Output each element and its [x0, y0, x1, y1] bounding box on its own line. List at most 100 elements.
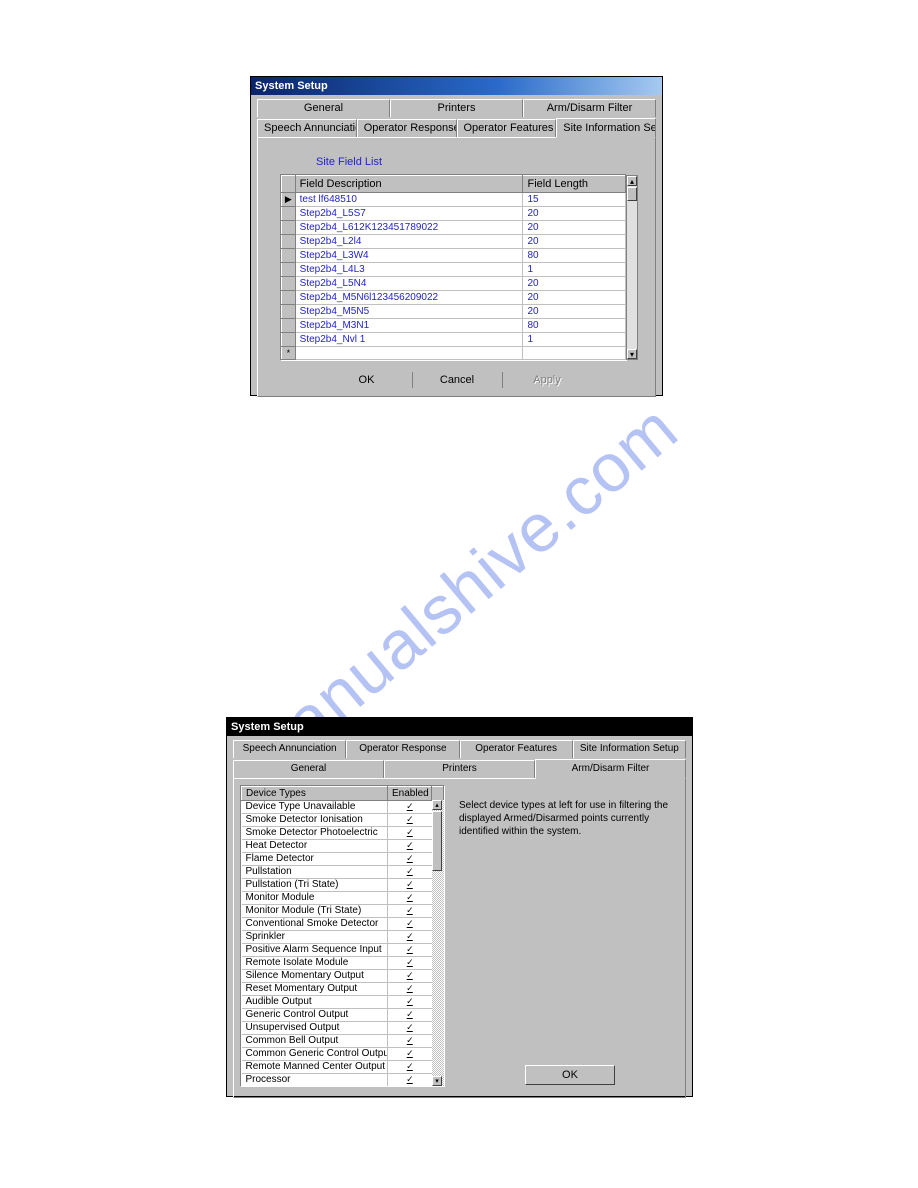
- tab-general[interactable]: General: [257, 99, 390, 117]
- field-length-cell[interactable]: [523, 347, 626, 360]
- device-type-cell[interactable]: Reset Momentary Output: [242, 983, 388, 996]
- device-type-cell[interactable]: Monitor Module: [242, 892, 388, 905]
- cancel-button[interactable]: Cancel: [412, 372, 502, 388]
- enabled-checkbox[interactable]: ✓: [388, 931, 432, 944]
- device-type-cell[interactable]: Sprinkler: [242, 931, 388, 944]
- device-type-cell[interactable]: Silence Momentary Output: [242, 970, 388, 983]
- table-row[interactable]: Step2b4_M3N180: [282, 319, 626, 333]
- field-description-cell[interactable]: Step2b4_L5S7: [295, 207, 523, 221]
- list-item[interactable]: Monitor Module (Tri State)✓: [242, 905, 444, 918]
- table-row[interactable]: ▶test lf64851015: [282, 193, 626, 207]
- device-type-cell[interactable]: Common Generic Control Output: [242, 1048, 388, 1061]
- enabled-checkbox[interactable]: ✓: [388, 1035, 432, 1048]
- device-type-cell[interactable]: Flame Detector: [242, 853, 388, 866]
- tab-arm-disarm-filter[interactable]: Arm/Disarm Filter: [523, 99, 656, 117]
- field-length-cell[interactable]: 20: [523, 305, 626, 319]
- device-type-cell[interactable]: Pullstation (Tri State): [242, 879, 388, 892]
- field-description-cell[interactable]: Step2b4_L612K123451789022: [295, 221, 523, 235]
- list-item[interactable]: Remote Isolate Module✓: [242, 957, 444, 970]
- titlebar[interactable]: System Setup: [251, 77, 662, 95]
- field-description-cell[interactable]: Step2b4_M5N5: [295, 305, 523, 319]
- tab-operator-features[interactable]: Operator Features: [457, 119, 557, 137]
- enabled-checkbox[interactable]: ✓: [388, 1061, 432, 1074]
- list-item[interactable]: Generic Control Output✓: [242, 1009, 444, 1022]
- table-row[interactable]: *: [282, 347, 626, 360]
- field-grid[interactable]: Field Description Field Length ▶test lf6…: [280, 174, 627, 361]
- field-description-cell[interactable]: Step2b4_Nvl 1: [295, 333, 523, 347]
- scroll-down-icon[interactable]: ▾: [432, 1076, 442, 1086]
- device-type-cell[interactable]: Conventional Smoke Detector: [242, 918, 388, 931]
- field-length-cell[interactable]: 20: [523, 235, 626, 249]
- list-item[interactable]: Unsupervised Output✓: [242, 1022, 444, 1035]
- field-length-cell[interactable]: 1: [523, 263, 626, 277]
- list-item[interactable]: Common Generic Control Output✓: [242, 1048, 444, 1061]
- enabled-checkbox[interactable]: ✓: [388, 1022, 432, 1035]
- field-length-cell[interactable]: 20: [523, 277, 626, 291]
- table-row[interactable]: Step2b4_M5N520: [282, 305, 626, 319]
- list-item[interactable]: Sprinkler✓: [242, 931, 444, 944]
- table-row[interactable]: Step2b4_L4L31: [282, 263, 626, 277]
- enabled-checkbox[interactable]: ✓: [388, 814, 432, 827]
- apply-button[interactable]: Apply: [502, 372, 592, 388]
- ok-button[interactable]: OK: [525, 1065, 615, 1085]
- list-item[interactable]: Pullstation✓: [242, 866, 444, 879]
- field-length-cell[interactable]: 80: [523, 319, 626, 333]
- field-description-cell[interactable]: Step2b4_M3N1: [295, 319, 523, 333]
- device-type-cell[interactable]: Smoke Detector Ionisation: [242, 814, 388, 827]
- device-type-cell[interactable]: Smoke Detector Photoelectric: [242, 827, 388, 840]
- device-type-cell[interactable]: Loop: [242, 1087, 388, 1088]
- enabled-checkbox[interactable]: ✓: [388, 827, 432, 840]
- tab-speech-annunciation[interactable]: Speech Annunciation: [257, 119, 357, 137]
- list-item[interactable]: Remote Manned Center Output✓: [242, 1061, 444, 1074]
- device-type-cell[interactable]: Generic Control Output: [242, 1009, 388, 1022]
- field-description-cell[interactable]: test lf648510: [295, 193, 523, 207]
- scroll-up-icon[interactable]: ▴: [432, 800, 442, 810]
- enabled-checkbox[interactable]: ✓: [388, 892, 432, 905]
- list-item[interactable]: Device Type Unavailable✓: [242, 801, 444, 814]
- field-description-cell[interactable]: Step2b4_M5N6l123456209022: [295, 291, 523, 305]
- field-description-cell[interactable]: Step2b4_L2l4: [295, 235, 523, 249]
- list-item[interactable]: Loop✓: [242, 1087, 444, 1088]
- enabled-checkbox[interactable]: ✓: [388, 1087, 432, 1088]
- table-row[interactable]: Step2b4_Nvl 11: [282, 333, 626, 347]
- list-item[interactable]: Processor✓: [242, 1074, 444, 1087]
- field-length-cell[interactable]: 80: [523, 249, 626, 263]
- device-type-cell[interactable]: Monitor Module (Tri State): [242, 905, 388, 918]
- tab-arm-disarm-filter[interactable]: Arm/Disarm Filter: [535, 759, 686, 779]
- list-item[interactable]: Silence Momentary Output✓: [242, 970, 444, 983]
- enabled-checkbox[interactable]: ✓: [388, 1074, 432, 1087]
- table-row[interactable]: Step2b4_L612K12345178902220: [282, 221, 626, 235]
- list-item[interactable]: Positive Alarm Sequence Input✓: [242, 944, 444, 957]
- device-type-cell[interactable]: Common Bell Output: [242, 1035, 388, 1048]
- tab-printers[interactable]: Printers: [390, 99, 523, 117]
- list-item[interactable]: Conventional Smoke Detector✓: [242, 918, 444, 931]
- list-item[interactable]: Heat Detector✓: [242, 840, 444, 853]
- ok-button[interactable]: OK: [322, 372, 412, 388]
- device-type-cell[interactable]: Positive Alarm Sequence Input: [242, 944, 388, 957]
- device-type-cell[interactable]: Unsupervised Output: [242, 1022, 388, 1035]
- enabled-checkbox[interactable]: ✓: [388, 983, 432, 996]
- device-type-cell[interactable]: Remote Isolate Module: [242, 957, 388, 970]
- tab-operator-response[interactable]: Operator Response: [357, 119, 457, 137]
- field-length-cell[interactable]: 15: [523, 193, 626, 207]
- table-row[interactable]: Step2b4_L5N420: [282, 277, 626, 291]
- field-description-cell[interactable]: Step2b4_L5N4: [295, 277, 523, 291]
- enabled-checkbox[interactable]: ✓: [388, 918, 432, 931]
- enabled-checkbox[interactable]: ✓: [388, 866, 432, 879]
- col-field-length[interactable]: Field Length: [523, 176, 626, 193]
- device-type-cell[interactable]: Remote Manned Center Output: [242, 1061, 388, 1074]
- tab-printers[interactable]: Printers: [384, 760, 535, 778]
- table-row[interactable]: Step2b4_L2l420: [282, 235, 626, 249]
- list-item[interactable]: Audible Output✓: [242, 996, 444, 1009]
- enabled-checkbox[interactable]: ✓: [388, 905, 432, 918]
- device-type-cell[interactable]: Processor: [242, 1074, 388, 1087]
- tab-operator-response[interactable]: Operator Response: [346, 740, 459, 758]
- grid-vscrollbar[interactable]: ▴ ▾: [626, 175, 638, 360]
- col-device-types[interactable]: Device Types: [242, 787, 388, 801]
- device-type-cell[interactable]: Audible Output: [242, 996, 388, 1009]
- table-row[interactable]: Step2b4_M5N6l12345620902220: [282, 291, 626, 305]
- field-description-cell[interactable]: [295, 347, 523, 360]
- field-length-cell[interactable]: 1: [523, 333, 626, 347]
- col-enabled[interactable]: Enabled: [388, 787, 432, 801]
- titlebar[interactable]: System Setup: [227, 718, 692, 736]
